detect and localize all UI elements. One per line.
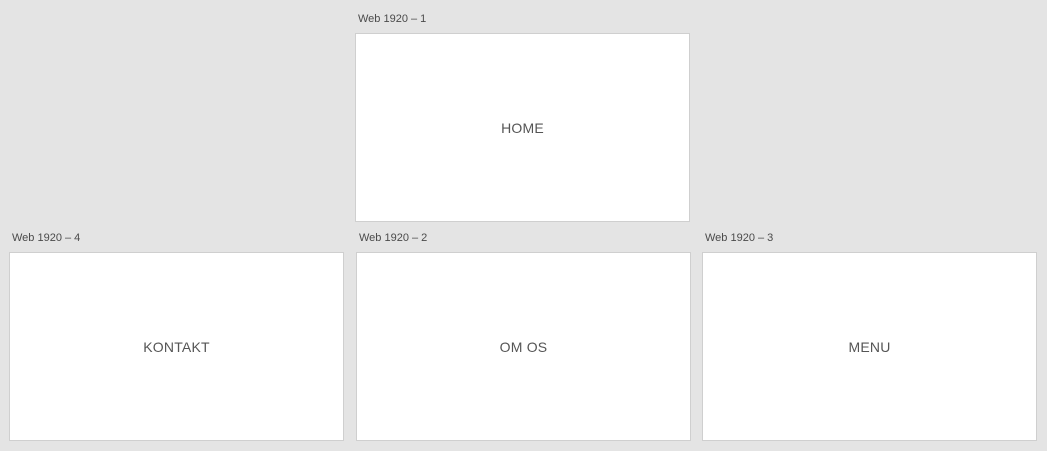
artboard-label-web-1920-4[interactable]: Web 1920 – 4: [12, 232, 80, 245]
artboard-label-web-1920-3[interactable]: Web 1920 – 3: [705, 232, 773, 245]
artboard-web-1920-2[interactable]: OM OS: [356, 252, 691, 441]
artboard-text-om-os: OM OS: [499, 338, 548, 355]
artboard-text-home: HOME: [501, 119, 544, 136]
artboard-text-kontakt: KONTAKT: [143, 338, 210, 355]
artboard-web-1920-1[interactable]: HOME: [355, 33, 690, 222]
artboard-text-menu: MENU: [848, 338, 891, 355]
artboard-web-1920-3[interactable]: MENU: [702, 252, 1037, 441]
artboard-label-web-1920-1[interactable]: Web 1920 – 1: [358, 13, 426, 26]
artboard-label-web-1920-2[interactable]: Web 1920 – 2: [359, 232, 427, 245]
design-canvas[interactable]: Web 1920 – 1 HOME Web 1920 – 4 KONTAKT W…: [0, 0, 1047, 451]
artboard-web-1920-4[interactable]: KONTAKT: [9, 252, 344, 441]
